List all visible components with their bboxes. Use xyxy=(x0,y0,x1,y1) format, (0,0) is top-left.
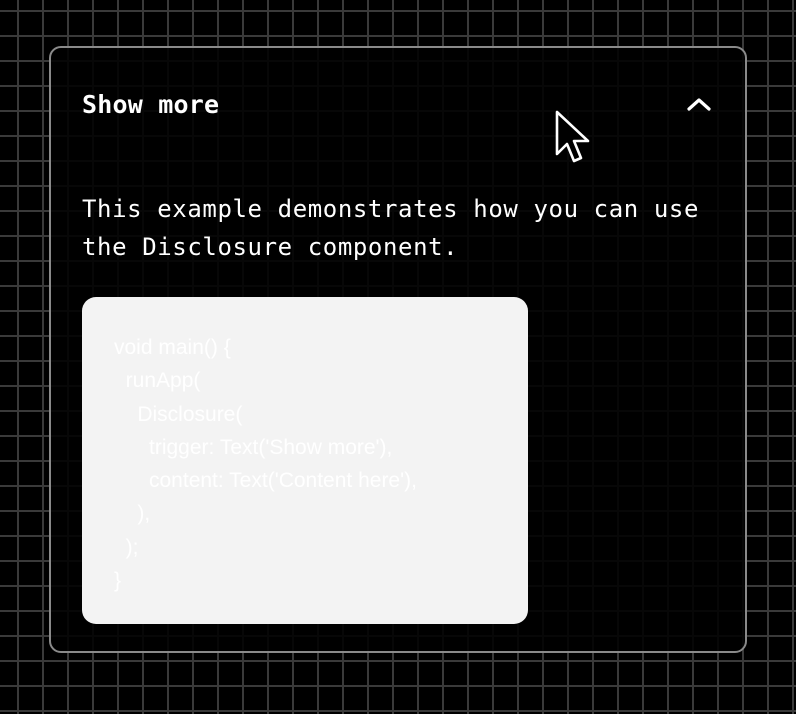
code-line: void main() { xyxy=(114,336,231,359)
code-line: trigger: Text('Show more'), xyxy=(114,435,393,459)
code-line: ), xyxy=(114,502,151,526)
disclosure-trigger-label: Show more xyxy=(82,89,220,119)
code-line: } xyxy=(114,569,122,593)
code-line: ); xyxy=(114,535,139,559)
chevron-up-icon[interactable] xyxy=(684,89,714,119)
code-line: content: Text('Content here'), xyxy=(114,469,417,493)
disclosure-trigger[interactable]: Show more xyxy=(82,86,714,122)
mouse-pointer-icon xyxy=(555,110,593,166)
code-line: runApp( xyxy=(114,369,201,393)
code-block: void main() { runApp( Disclosure( trigge… xyxy=(82,297,528,624)
disclosure-card: Show more This example demonstrates how … xyxy=(49,46,747,653)
code-line: Disclosure( xyxy=(114,402,243,426)
disclosure-description: This example demonstrates how you can us… xyxy=(82,195,700,261)
